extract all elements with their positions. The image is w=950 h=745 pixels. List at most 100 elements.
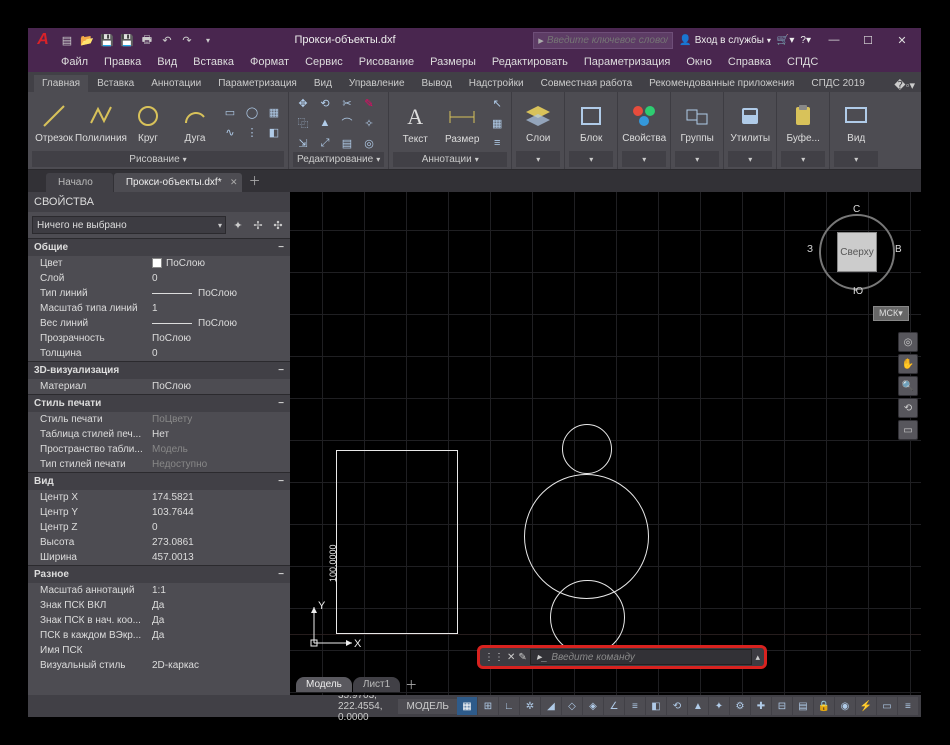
qat-redo-icon[interactable]: ↷ <box>178 31 196 49</box>
layout-tab-model[interactable]: Модель <box>296 677 352 692</box>
prop-row[interactable]: Масштаб аннотаций1:1 <box>28 583 290 598</box>
tool-region-icon[interactable]: ◧ <box>264 124 284 142</box>
menu-вставка[interactable]: Вставка <box>186 54 241 70</box>
nav-wheel-icon[interactable]: ◎ <box>898 332 918 352</box>
prop-row[interactable]: Стиль печатиПоЦвету <box>28 412 290 427</box>
nav-zoom-icon[interactable]: 🔍 <box>898 376 918 396</box>
prop-group-Вид[interactable]: Вид <box>28 472 290 490</box>
ribbon-tab-1[interactable]: Вставка <box>89 75 142 92</box>
status-annomonitor-icon[interactable]: ✚ <box>751 697 771 715</box>
nav-pan-icon[interactable]: ✋ <box>898 354 918 374</box>
help-icon[interactable]: ?▾ <box>800 35 811 46</box>
status-lineweight-icon[interactable]: ≡ <box>625 697 645 715</box>
tool-ellipse-icon[interactable]: ◯ <box>242 104 262 122</box>
prop-value[interactable]: ПоСлою <box>152 333 290 344</box>
tool-polyline[interactable]: Полилиния <box>79 95 123 151</box>
ribbon-tab-5[interactable]: Управление <box>341 75 413 92</box>
prop-value[interactable]: ПоЦвету <box>152 414 290 425</box>
status-hardware-icon[interactable]: ⚡ <box>856 697 876 715</box>
tool-scale-icon[interactable]: ⤢ <box>315 134 335 152</box>
ribbon-tab-2[interactable]: Аннотации <box>143 75 209 92</box>
doc-tab-start[interactable]: Начало <box>46 173 113 192</box>
tool-utilities[interactable]: Утилиты <box>728 95 772 151</box>
qat-plot-icon[interactable]: 🖶 <box>138 31 156 49</box>
status-quickprops-icon[interactable]: ▤ <box>793 697 813 715</box>
status-ortho-icon[interactable]: ∟ <box>499 697 519 715</box>
prop-value[interactable]: 0 <box>152 273 290 284</box>
close-tab-icon[interactable]: ✕ <box>230 177 238 188</box>
sign-in-button[interactable]: 👤 Вход в службы ▾ <box>679 35 771 46</box>
drawing-canvas[interactable]: 100.0000 X Y Сверху С Ю В З МСК▾ <box>290 192 921 695</box>
minimize-button[interactable]: — <box>817 28 851 52</box>
qat-saveas-icon[interactable]: 💾 <box>118 31 136 49</box>
tool-array-icon[interactable]: ▤ <box>337 134 357 152</box>
tool-trim-icon[interactable]: ✂ <box>337 94 357 112</box>
viewcube-north[interactable]: С <box>853 204 860 215</box>
tool-erase-icon[interactable]: ✎ <box>359 94 379 112</box>
doc-tab-active[interactable]: Прокси-объекты.dxf*✕ <box>114 173 242 192</box>
quick-select-icon[interactable]: ✦ <box>230 217 246 233</box>
status-units-icon[interactable]: ⊟ <box>772 697 792 715</box>
ribbon-tab-4[interactable]: Вид <box>306 75 340 92</box>
ribbon-tab-10[interactable]: СПДС 2019 <box>803 75 872 92</box>
prop-row[interactable]: ПСК в каждом ВЭкр...Да <box>28 628 290 643</box>
cmd-handle-icon[interactable]: ⋮⋮ <box>484 652 504 663</box>
help-search-input[interactable] <box>547 35 668 46</box>
prop-row[interactable]: Слой0 <box>28 271 290 286</box>
ribbon-tab-8[interactable]: Совместная работа <box>533 75 641 92</box>
menu-параметризация[interactable]: Параметризация <box>577 54 677 70</box>
prop-row[interactable]: Вес линийПоСлою <box>28 316 290 331</box>
qat-undo-icon[interactable]: ↶ <box>158 31 176 49</box>
tool-explode-icon[interactable]: ✧ <box>359 114 379 132</box>
tool-clipboard[interactable]: Буфе... <box>781 95 825 151</box>
qat-new-icon[interactable]: ▤ <box>58 31 76 49</box>
prop-value[interactable]: 457.0013 <box>152 552 290 563</box>
command-line[interactable]: ⋮⋮ ✕ ✎ ▸_ Введите команду ▴ <box>477 645 767 669</box>
prop-row[interactable]: МатериалПоСлою <box>28 379 290 394</box>
status-cleanscreen-icon[interactable]: ▭ <box>877 697 897 715</box>
cmd-history-icon[interactable]: ▴ <box>755 652 760 663</box>
tool-arc[interactable]: Дуга <box>173 95 217 151</box>
status-lockui-icon[interactable]: 🔒 <box>814 697 834 715</box>
prop-value[interactable]: Да <box>152 615 290 626</box>
prop-value[interactable]: ПоСлою <box>152 381 290 392</box>
tool-move-icon[interactable]: ✥ <box>293 94 313 112</box>
status-3dosnap-icon[interactable]: ◈ <box>583 697 603 715</box>
status-otrack-icon[interactable]: ∠ <box>604 697 624 715</box>
menu-формат[interactable]: Формат <box>243 54 296 70</box>
tool-text[interactable]: AТекст <box>393 95 437 151</box>
prop-row[interactable]: Высота273.0861 <box>28 535 290 550</box>
prop-row[interactable]: Визуальный стиль2D-каркас <box>28 658 290 673</box>
cmd-close-icon[interactable]: ✕ <box>507 652 515 663</box>
menu-правка[interactable]: Правка <box>97 54 148 70</box>
help-search[interactable]: ▸ <box>533 32 673 49</box>
prop-row[interactable]: Знак ПСК в нач. коо...Да <box>28 613 290 628</box>
qat-save-icon[interactable]: 💾 <box>98 31 116 49</box>
nav-showmotion-icon[interactable]: ▭ <box>898 420 918 440</box>
prop-group-Разное[interactable]: Разное <box>28 565 290 583</box>
ribbon-tab-9[interactable]: Рекомендованные приложения <box>641 75 802 92</box>
toggle-pickadd-icon[interactable]: ✣ <box>270 217 286 233</box>
tool-stretch-icon[interactable]: ⇲ <box>293 134 313 152</box>
viewcube-east[interactable]: В <box>895 244 902 255</box>
ribbon-tab-6[interactable]: Вывод <box>414 75 460 92</box>
status-customize-icon[interactable]: ≡ <box>898 697 918 715</box>
status-annovis-icon[interactable]: ✦ <box>709 697 729 715</box>
status-cycling-icon[interactable]: ⟲ <box>667 697 687 715</box>
prop-row[interactable]: Масштаб типа линий1 <box>28 301 290 316</box>
prop-row[interactable]: Тип линийПоСлою <box>28 286 290 301</box>
viewcube-west[interactable]: З <box>807 244 813 255</box>
prop-row[interactable]: Знак ПСК ВКЛДа <box>28 598 290 613</box>
tool-view[interactable]: Вид <box>834 95 878 151</box>
view-cube[interactable]: Сверху С Ю В З МСК▾ <box>811 206 903 306</box>
prop-group-3D-визуализация[interactable]: 3D-визуализация <box>28 361 290 379</box>
prop-value[interactable]: 273.0861 <box>152 537 290 548</box>
prop-value[interactable]: ПоСлою <box>152 288 290 299</box>
new-tab-button[interactable]: ＋ <box>243 169 267 192</box>
status-osnap-icon[interactable]: ◇ <box>562 697 582 715</box>
prop-group-Общие[interactable]: Общие <box>28 238 290 256</box>
prop-row[interactable]: Таблица стилей печ...Нет <box>28 427 290 442</box>
menu-рисование[interactable]: Рисование <box>352 54 421 70</box>
prop-row[interactable]: Центр Z0 <box>28 520 290 535</box>
maximize-button[interactable]: ☐ <box>851 28 885 52</box>
